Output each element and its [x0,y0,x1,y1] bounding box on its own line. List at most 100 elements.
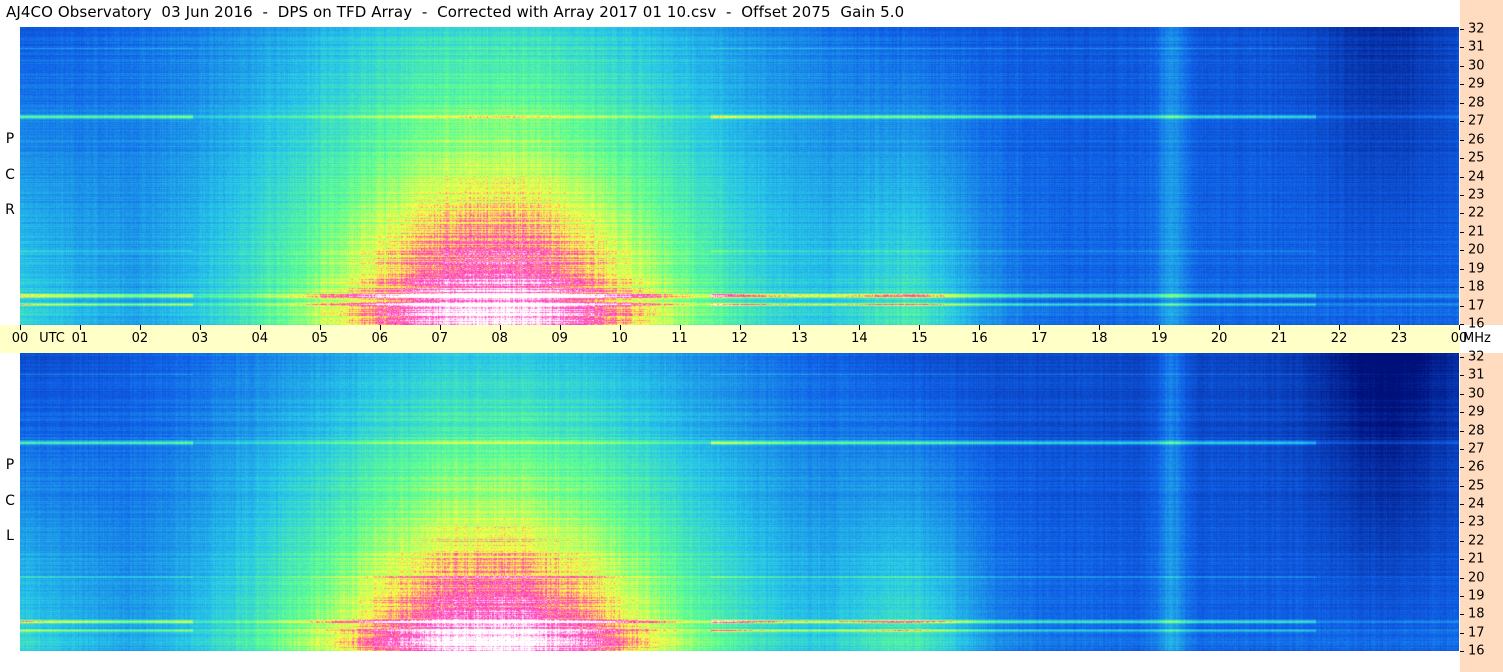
freq-tick [1460,632,1464,634]
spectrogram-lcp [20,353,1459,651]
freq-tick-label: 16 [1468,316,1485,332]
freq-tick-label: 26 [1468,459,1485,475]
time-tick-label: 02 [131,331,149,346]
spectrogram-lcp-canvas [20,353,1459,651]
time-tick [919,325,921,330]
time-tick-label: 22 [1330,331,1348,346]
freq-tick [1460,194,1464,196]
time-tick [1099,325,1101,330]
freq-tick [1460,651,1464,652]
freq-tick-label: 29 [1468,76,1485,92]
freq-tick-label: 30 [1468,386,1485,402]
freq-tick [1460,305,1464,307]
time-tick-label: 06 [371,331,389,346]
freq-tick [1460,324,1464,325]
polarization-label-rcp: P C R [2,27,18,325]
freq-tick-label: 29 [1468,404,1485,420]
time-axis: 00 UTC 01 02 03 04 05 06 07 08 09 10 11 12 13 14 15 16 17 1… [0,325,1467,353]
freq-tick [1460,357,1464,358]
time-tick [319,325,321,330]
freq-tick [1460,158,1464,160]
time-tick [1399,325,1401,330]
freq-tick [1460,504,1464,505]
utc-label: UTC [39,331,65,346]
time-tick-label: 13 [791,331,808,346]
freq-tick-label: 25 [1468,150,1485,166]
time-tick [139,325,141,330]
time-tick-label: 12 [731,331,748,346]
freq-tick [1460,467,1464,469]
time-tick-label: 05 [311,331,329,346]
freq-tick [1460,614,1464,616]
time-tick [979,325,981,330]
freq-tick [1460,430,1464,432]
freq-tick-label: 31 [1468,39,1485,55]
time-tick-label: 21 [1270,331,1288,346]
time-tick-label: 07 [431,331,448,346]
freq-tick [1460,29,1464,30]
time-tick [1159,325,1161,330]
freq-tick-label: 19 [1468,261,1485,277]
freq-tick [1460,577,1464,579]
freq-tick [1460,231,1464,233]
freq-tick-label: 17 [1468,625,1485,641]
freq-tick-label: 20 [1468,242,1485,258]
time-tick-label: 00 [11,331,29,346]
time-tick [1219,325,1221,330]
freq-tick-label: 18 [1468,279,1485,295]
time-tick-label: 04 [251,331,269,346]
time-tick-label: 08 [491,331,508,346]
time-tick-label: 01 [71,331,89,346]
freq-tick [1460,213,1464,215]
freq-tick-label: 19 [1468,588,1485,604]
time-tick [199,325,201,330]
freq-tick-label: 24 [1468,496,1485,512]
freq-tick [1460,268,1464,270]
polarization-label-lcp: P C L [2,353,18,651]
time-tick-label: 16 [971,331,988,346]
freq-tick-label: 21 [1468,551,1485,567]
time-tick [79,325,81,330]
pol-letter: C [5,167,15,183]
freq-tick-label: 27 [1468,441,1485,457]
freq-tick-label: 18 [1468,606,1485,622]
freq-tick [1460,176,1464,178]
freq-tick [1460,84,1464,86]
time-tick-label: 23 [1390,331,1408,346]
freq-tick-label: 26 [1468,132,1485,148]
freq-tick [1460,287,1464,289]
freq-tick [1460,522,1464,524]
time-tick [559,325,561,330]
spectrogram-rcp [20,27,1459,325]
freq-tick-label: 28 [1468,95,1485,111]
freq-tick [1460,102,1464,104]
time-tick [619,325,621,330]
pol-letter: L [6,528,14,544]
time-tick [1039,325,1041,330]
time-tick-label: 10 [611,331,628,346]
freq-tick [1460,485,1464,487]
time-tick-label: 03 [191,331,209,346]
freq-tick [1460,559,1464,561]
time-tick [379,325,381,330]
mhz-unit-label: MHz [1463,331,1491,346]
freq-tick [1460,412,1464,414]
freq-tick-label: 24 [1468,169,1485,184]
freq-tick-label: 22 [1468,533,1485,549]
freq-tick [1460,448,1464,450]
freq-tick [1460,65,1464,67]
chart-title: AJ4CO Observatory 03 Jun 2016 - DPS on T… [6,3,905,21]
time-tick [259,325,261,330]
freq-tick-label: 32 [1468,349,1485,365]
freq-tick [1460,139,1464,141]
time-tick [1339,325,1341,330]
time-tick [499,325,501,330]
freq-tick [1460,393,1464,395]
freq-tick [1460,595,1464,597]
freq-tick [1460,47,1464,49]
freq-tick-label: 23 [1468,187,1485,203]
time-tick-label: 09 [551,331,568,346]
time-tick [799,325,801,330]
pol-letter: C [5,493,15,509]
time-tick-label: 18 [1090,331,1108,346]
